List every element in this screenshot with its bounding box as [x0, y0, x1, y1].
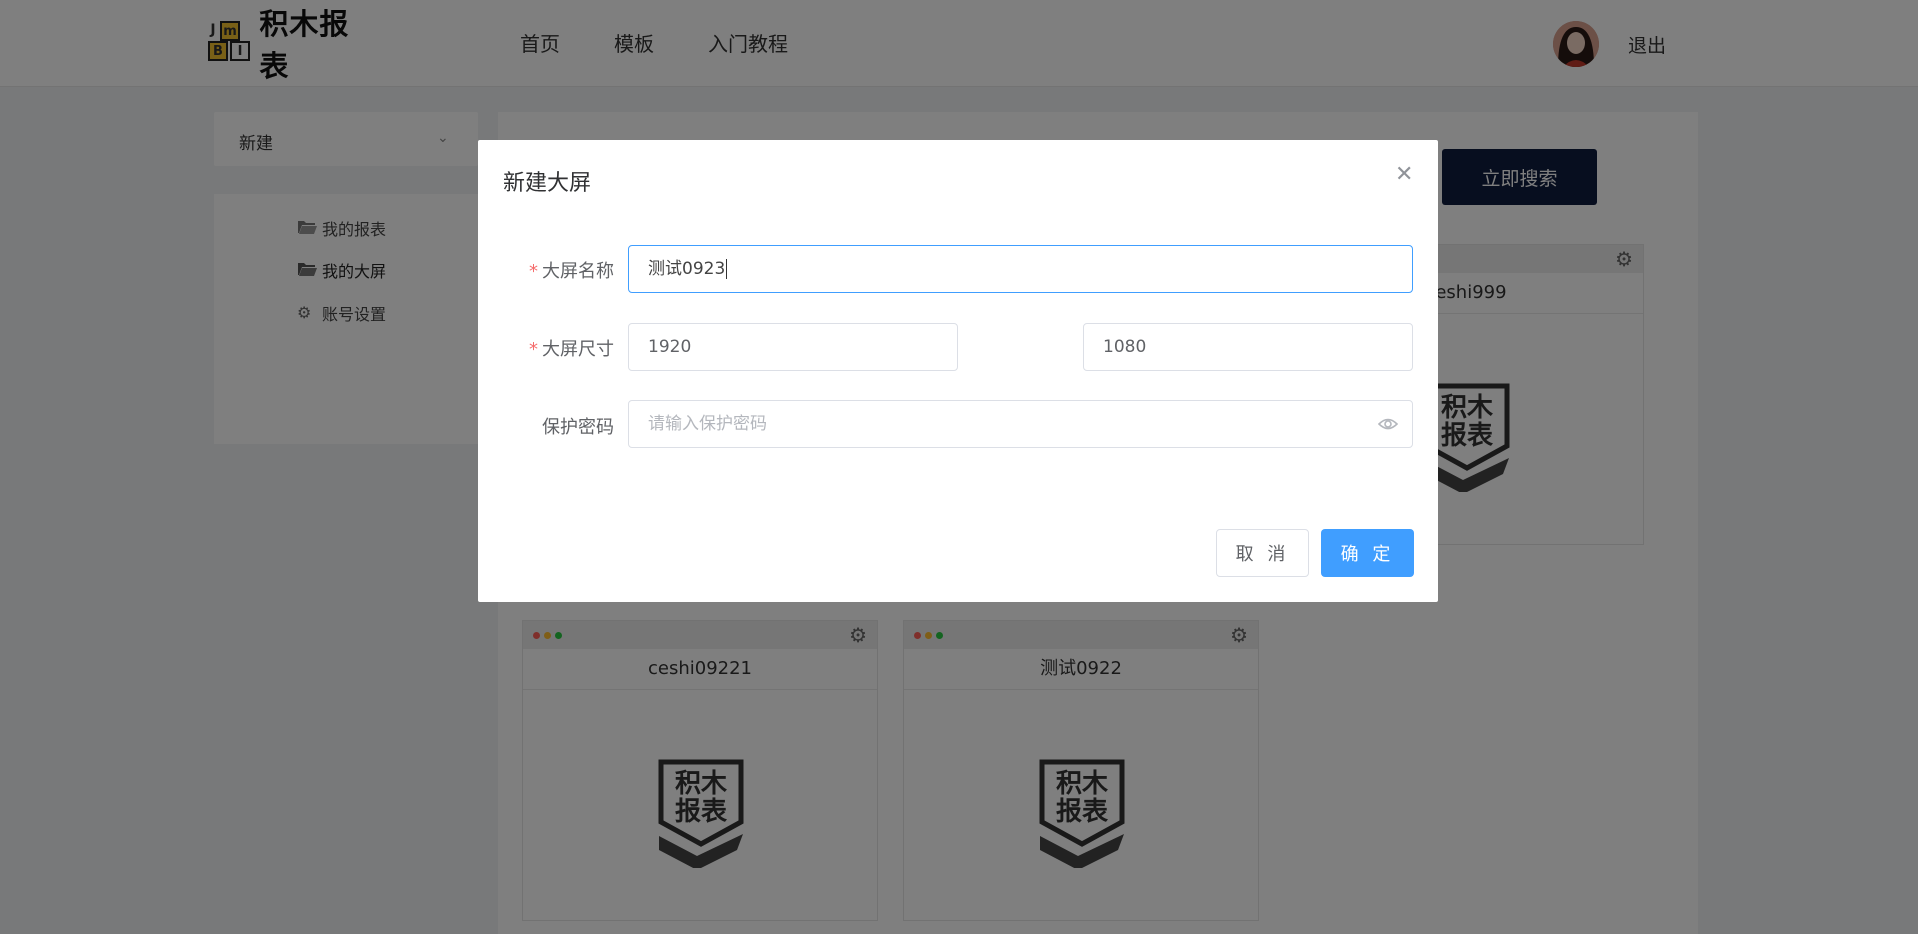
screen-height-input[interactable]: 1080	[1083, 323, 1413, 371]
screen-width-value: 1920	[648, 337, 692, 357]
screen-width-input[interactable]: 1920	[628, 323, 958, 371]
required-asterisk: *	[529, 261, 538, 282]
eye-icon[interactable]	[1377, 401, 1399, 465]
screen-height-value: 1080	[1103, 337, 1147, 357]
close-icon[interactable]: ✕	[1395, 162, 1413, 187]
confirm-button[interactable]: 确 定	[1321, 529, 1414, 577]
password-label: 保护密码	[542, 417, 614, 438]
dialog-title: 新建大屏	[503, 171, 592, 196]
required-asterisk: *	[529, 339, 538, 360]
password-placeholder: 请输入保护密码	[648, 414, 767, 434]
name-label: * 大屏名称	[494, 257, 614, 283]
screen-name-input[interactable]: 测试0923	[628, 245, 1413, 293]
cancel-button[interactable]: 取 消	[1216, 529, 1309, 577]
size-label: * 大屏尺寸	[494, 335, 614, 361]
password-input[interactable]: 请输入保护密码	[628, 400, 1413, 448]
name-label-text: 大屏名称	[542, 261, 614, 282]
size-label-text: 大屏尺寸	[542, 339, 614, 360]
screen-name-value: 测试0923	[648, 259, 726, 279]
